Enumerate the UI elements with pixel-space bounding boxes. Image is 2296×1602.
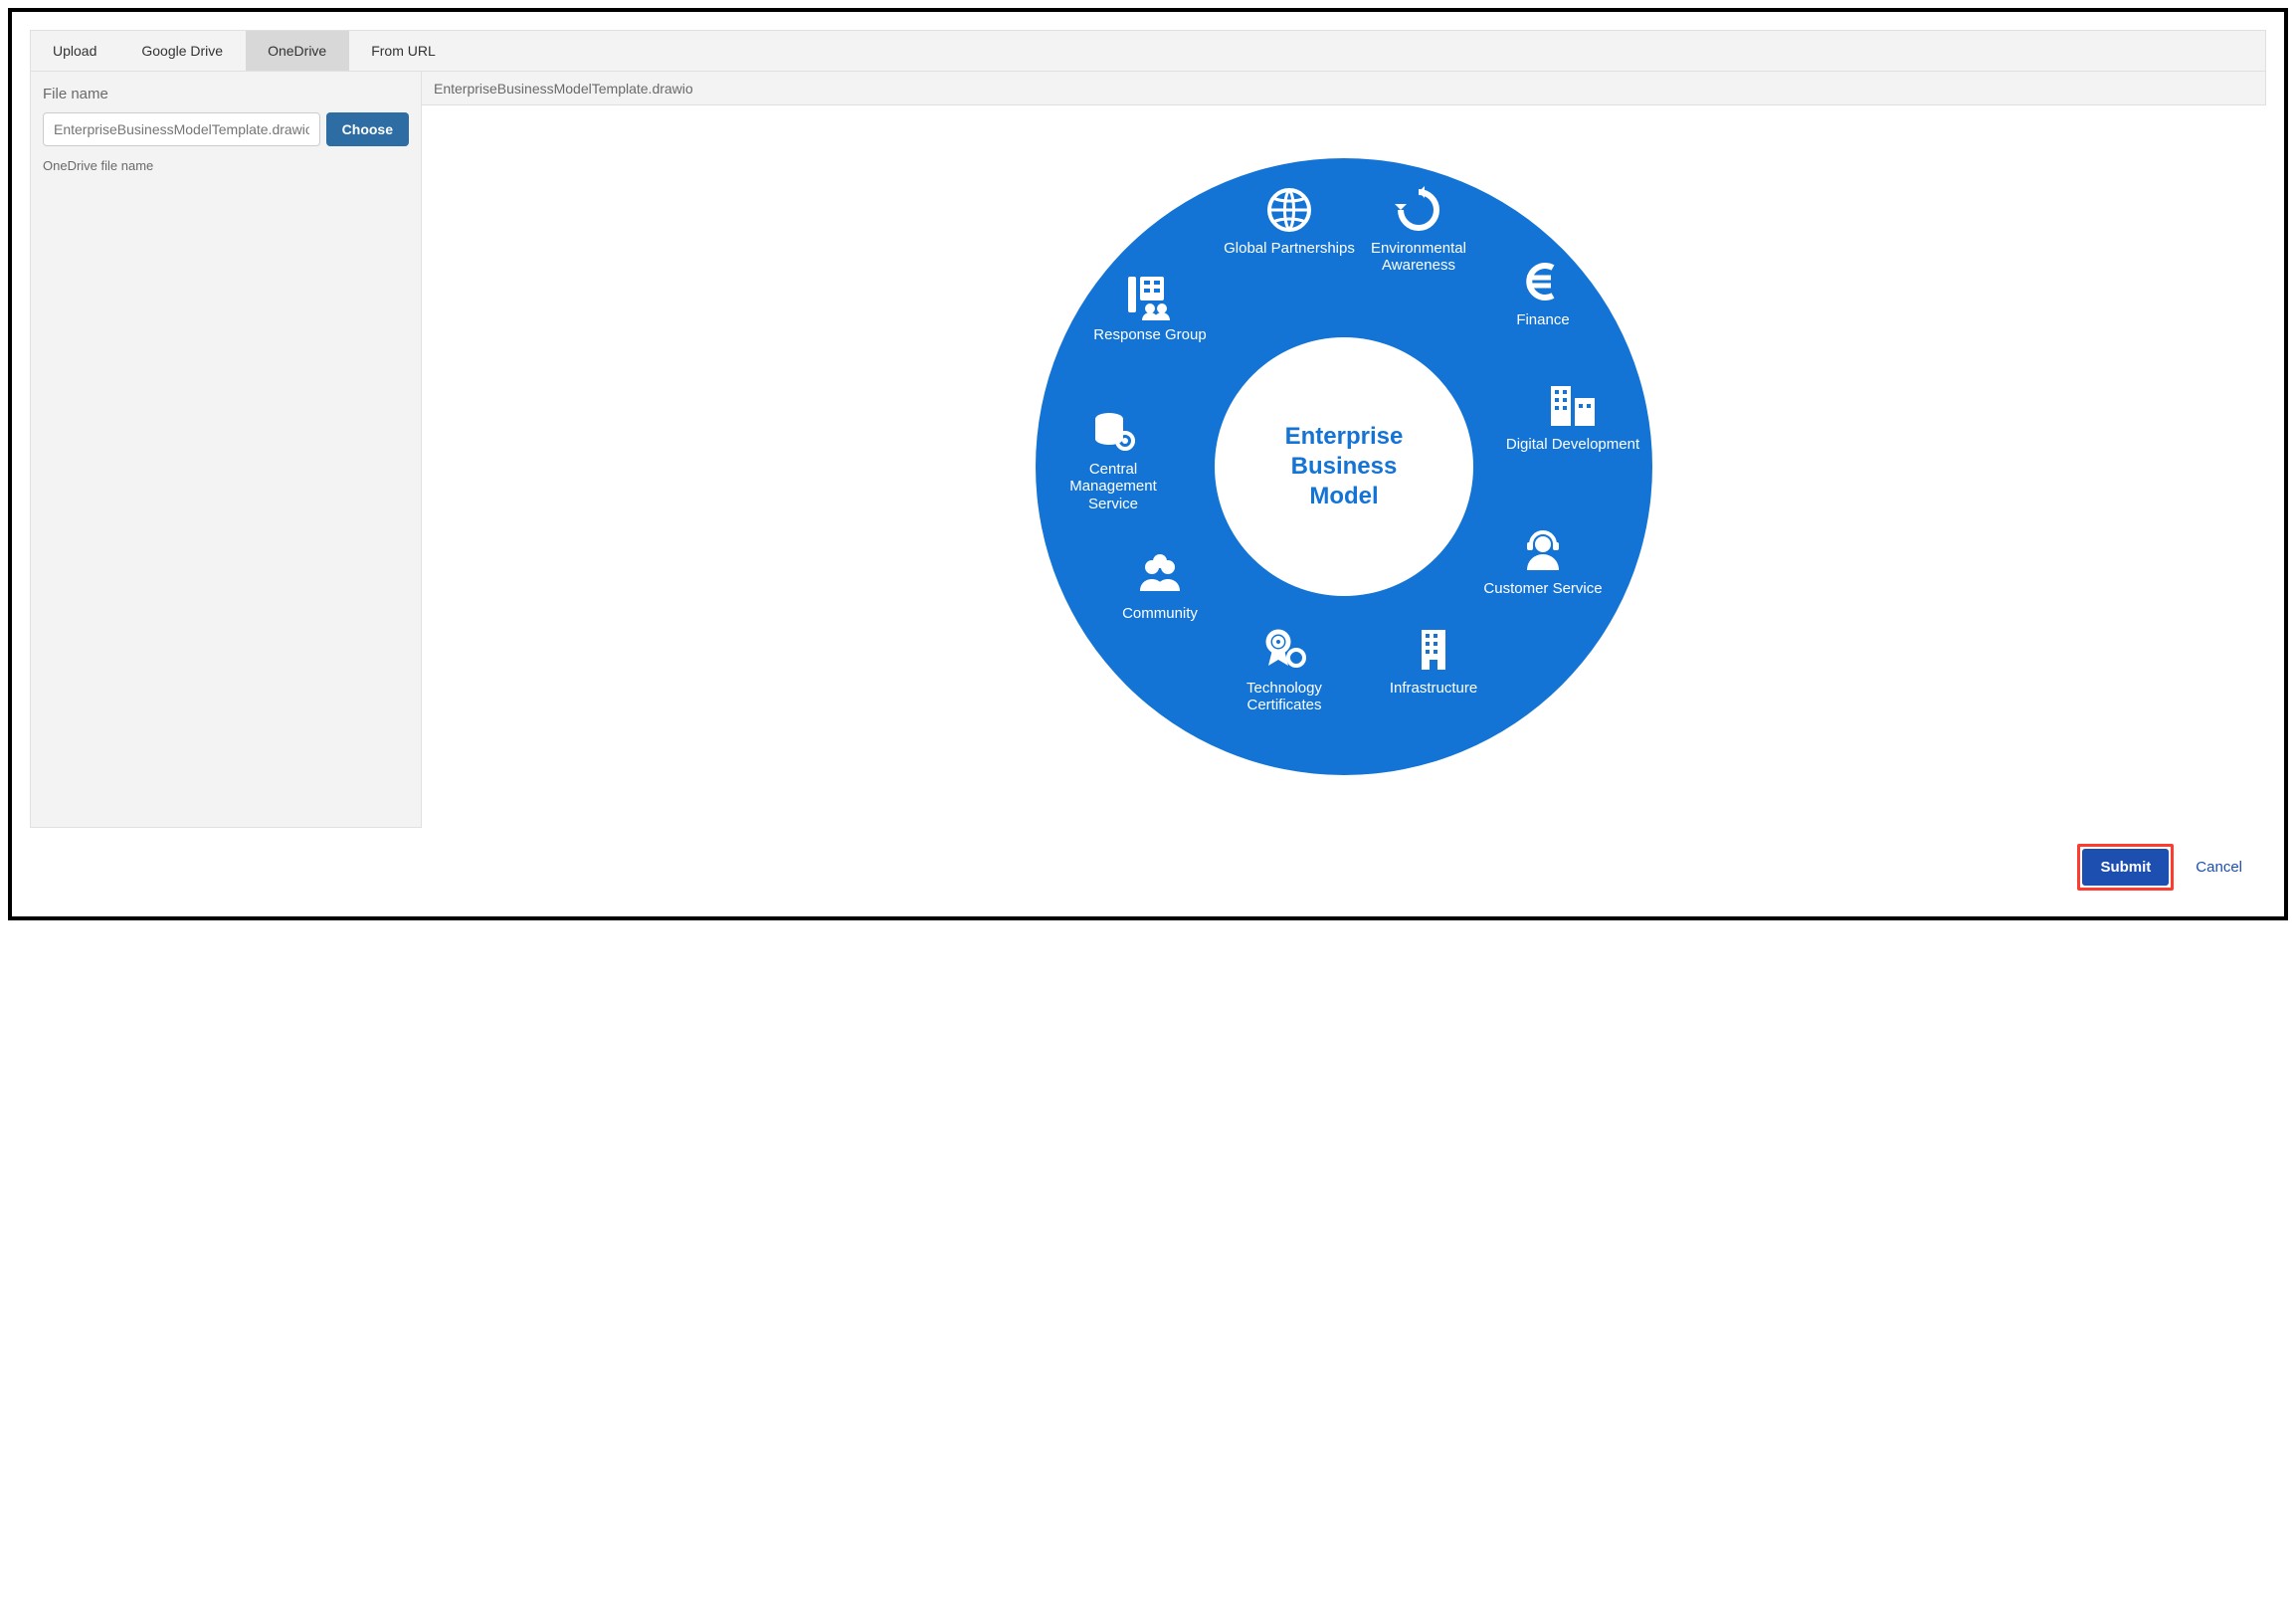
center-line-2: Business — [1291, 453, 1398, 480]
left-panel: File name Choose OneDrive file name — [30, 72, 422, 828]
segment-label: Central Management Service — [1044, 461, 1183, 512]
segment-digital-development: Digital Development — [1503, 382, 1642, 453]
buildings-icon — [1547, 382, 1599, 430]
submit-button[interactable]: Submit — [2082, 849, 2169, 886]
segment-central-management-service: Central Management Service — [1044, 407, 1183, 512]
segment-label: Digital Development — [1506, 436, 1639, 453]
dialog-footer: Submit Cancel — [30, 828, 2266, 899]
filename-helper-text: OneDrive file name — [43, 158, 409, 173]
building-icon — [1410, 626, 1457, 674]
diagram-preview: Enterprise Business Model Global Partner… — [422, 105, 2266, 828]
diagram-center: Enterprise Business Model — [1215, 337, 1473, 596]
segment-label: Finance — [1516, 311, 1569, 328]
dialog-frame: Upload Google Drive OneDrive From URL Fi… — [8, 8, 2288, 920]
segment-customer-service: Customer Service — [1473, 526, 1613, 597]
segment-community: Community — [1090, 551, 1230, 622]
tab-upload[interactable]: Upload — [31, 31, 119, 71]
globe-icon — [1265, 186, 1313, 234]
center-line-3: Model — [1309, 483, 1378, 509]
segment-label: Environmental Awareness — [1349, 240, 1488, 275]
diagram-center-title: Enterprise Business Model — [1285, 422, 1404, 511]
tab-onedrive[interactable]: OneDrive — [246, 31, 349, 71]
recycle-icon — [1395, 186, 1442, 234]
segment-finance: Finance — [1473, 258, 1613, 328]
choose-button[interactable]: Choose — [326, 112, 409, 146]
segment-infrastructure: Infrastructure — [1364, 626, 1503, 697]
file-name-label: File name — [43, 86, 409, 102]
segment-environmental-awareness: Environmental Awareness — [1349, 186, 1488, 275]
phone-people-icon — [1124, 273, 1176, 320]
right-panel: EnterpriseBusinessModelTemplate.drawio E… — [422, 72, 2266, 828]
segment-label: Infrastructure — [1390, 680, 1477, 697]
certificate-gear-icon — [1260, 626, 1308, 674]
tab-from-url[interactable]: From URL — [349, 31, 459, 71]
segment-technology-certificates: Technology Certificates — [1215, 626, 1354, 714]
content-row: File name Choose OneDrive file name Ente… — [30, 72, 2266, 828]
euro-icon — [1519, 258, 1567, 305]
cancel-link[interactable]: Cancel — [2196, 859, 2242, 876]
segment-response-group: Response Group — [1080, 273, 1220, 343]
filename-row: Choose — [43, 112, 409, 146]
segment-label: Global Partnerships — [1224, 240, 1355, 257]
segment-label: Customer Service — [1483, 580, 1602, 597]
segment-label: Technology Certificates — [1215, 680, 1354, 714]
database-gear-icon — [1089, 407, 1137, 455]
segment-label: Response Group — [1093, 326, 1206, 343]
filename-input[interactable] — [43, 112, 320, 146]
preview-filename-strip: EnterpriseBusinessModelTemplate.drawio — [422, 72, 2266, 105]
enterprise-business-model-diagram: Enterprise Business Model Global Partner… — [1036, 158, 1652, 775]
segment-label: Community — [1122, 605, 1198, 622]
tab-google-drive[interactable]: Google Drive — [119, 31, 246, 71]
headset-person-icon — [1519, 526, 1567, 574]
submit-highlight: Submit — [2077, 844, 2174, 891]
import-source-tabs: Upload Google Drive OneDrive From URL — [30, 30, 2266, 72]
center-line-1: Enterprise — [1285, 423, 1404, 450]
segment-global-partnerships: Global Partnerships — [1220, 186, 1359, 257]
people-icon — [1136, 551, 1184, 599]
